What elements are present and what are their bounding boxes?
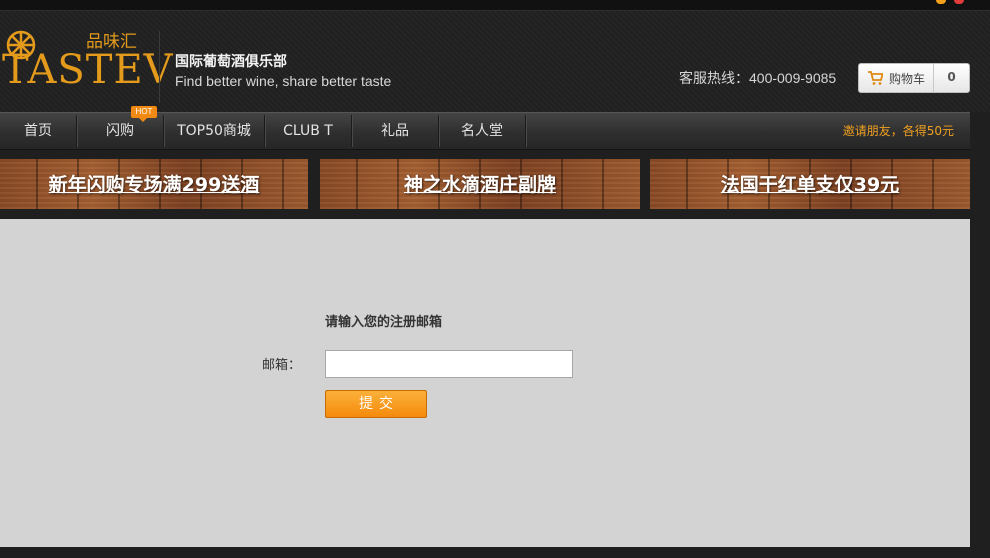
tagline-english: Find better wine, share better taste bbox=[175, 73, 392, 89]
promo-link-new-year[interactable]: 新年闪购专场满299送酒 bbox=[0, 170, 308, 197]
logo-chinese-name: 品味汇 bbox=[86, 32, 137, 52]
nav-item-club-t[interactable]: CLUB T bbox=[265, 113, 351, 149]
header-divider bbox=[159, 31, 160, 103]
hot-badge: HOT bbox=[131, 106, 157, 122]
email-label: 邮箱： bbox=[262, 358, 302, 373]
form-heading: 请输入您的注册邮箱 bbox=[325, 315, 443, 330]
logo-wordmark: TASTEV bbox=[2, 47, 174, 93]
site-logo[interactable]: TASTEV 品味汇 bbox=[0, 26, 173, 101]
invite-friends-link[interactable]: 邀请朋友，各得50元 bbox=[843, 113, 954, 149]
nav-item-gifts[interactable]: 礼品 bbox=[352, 113, 438, 149]
shopping-cart-icon bbox=[868, 71, 883, 85]
nav-item-home[interactable]: 首页 bbox=[0, 113, 76, 149]
nav-item-top50[interactable]: TOP50商城 bbox=[164, 113, 264, 149]
promo-banner-french-red[interactable]: 法国干红单支仅39元 bbox=[650, 159, 970, 209]
submit-button[interactable]: 提交 bbox=[325, 390, 427, 418]
weibo-badge-icon[interactable] bbox=[954, 0, 964, 4]
tagline-chinese: 国际葡萄酒俱乐部 bbox=[175, 54, 287, 70]
cart-count: 0 bbox=[947, 70, 956, 84]
top-utility-bar bbox=[0, 0, 990, 11]
promo-link-french-red[interactable]: 法国干红单支仅39元 bbox=[650, 170, 970, 197]
content-area: 请输入您的注册邮箱 邮箱： 提交 bbox=[0, 219, 970, 547]
site-header: TASTEV 品味汇 国际葡萄酒俱乐部 Find better wine, sh… bbox=[0, 11, 990, 112]
service-hotline: 客服热线：400-009-9085 bbox=[679, 70, 837, 86]
promo-banner-drops-of-god[interactable]: 神之水滴酒庄副牌 bbox=[320, 159, 640, 209]
cart-button[interactable]: 购物车 0 bbox=[858, 63, 970, 93]
main-nav: 首页 闪购 HOT TOP50商城 CLUB T 礼品 名人堂 邀请朋友，各得5… bbox=[0, 106, 970, 150]
nav-item-flash-sale[interactable]: 闪购 bbox=[77, 113, 163, 149]
email-input[interactable] bbox=[325, 350, 573, 378]
nav-item-hall-of-fame[interactable]: 名人堂 bbox=[439, 113, 525, 149]
cart-label: 购物车 bbox=[889, 72, 926, 86]
promo-link-drops-of-god[interactable]: 神之水滴酒庄副牌 bbox=[320, 170, 640, 197]
nav-divider bbox=[525, 115, 526, 147]
flag-badge-icon[interactable] bbox=[936, 0, 946, 4]
promo-banner-new-year[interactable]: 新年闪购专场满299送酒 bbox=[0, 159, 308, 209]
